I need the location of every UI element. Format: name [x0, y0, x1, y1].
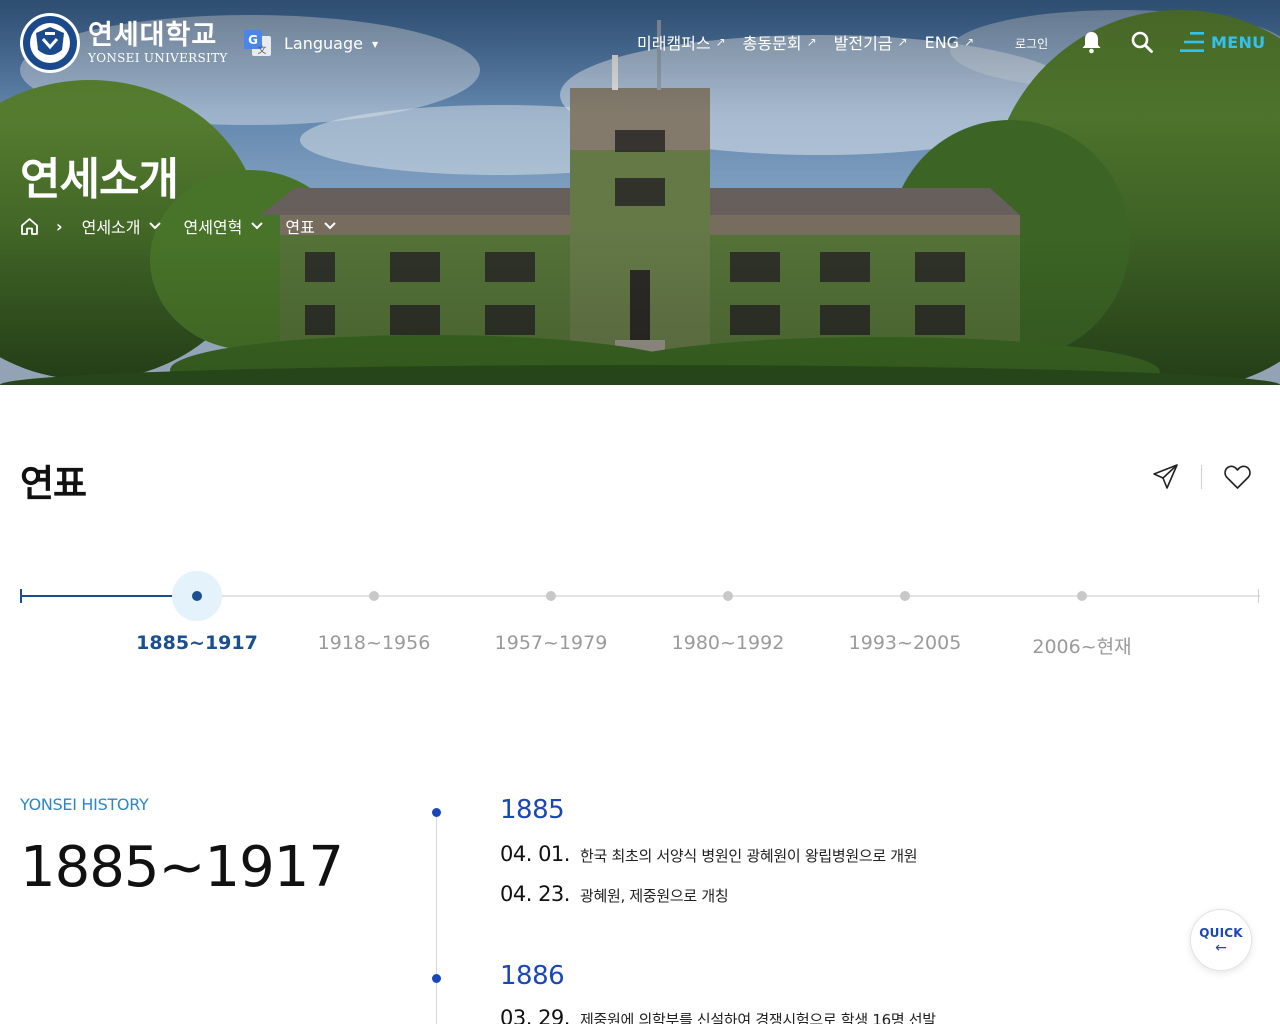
language-selector[interactable]: G 文 Language ▼	[244, 30, 378, 56]
menu-label: MENU	[1211, 32, 1266, 52]
chevron-right-icon: ›	[56, 216, 63, 236]
timeline-period-1885[interactable]: 1885~1917	[117, 632, 277, 654]
external-arrow-icon: ↗	[715, 35, 726, 49]
hero-banner: 연세대학교 YONSEI UNIVERSITY G 文 Language ▼ 미…	[0, 0, 1280, 385]
timeline-dot[interactable]	[1077, 591, 1087, 601]
bell-icon[interactable]	[1080, 30, 1103, 54]
language-label: Language	[284, 33, 363, 53]
external-arrow-icon: ↗	[897, 35, 908, 49]
page-title: 연표	[20, 462, 87, 505]
nav-link-development-fund[interactable]: 발전기금 ↗	[834, 30, 908, 54]
hero-title: 연세소개	[20, 154, 179, 205]
share-icon[interactable]	[1152, 463, 1179, 490]
hamburger-menu-icon	[1180, 32, 1204, 52]
breadcrumb-item-chronology[interactable]: 연표	[285, 214, 336, 238]
chevron-down-icon	[149, 222, 162, 230]
chevron-down-icon	[324, 222, 336, 230]
section-range-title: 1885~1917	[20, 835, 344, 900]
nav-link-label: 발전기금	[833, 34, 893, 53]
timeline-dot[interactable]	[900, 591, 910, 601]
search-icon[interactable]	[1130, 30, 1154, 54]
history-event: 04. 23. 광혜원, 제중원으로 개칭	[500, 882, 729, 906]
arrow-left-icon: ←	[1215, 939, 1227, 956]
heart-icon[interactable]	[1224, 464, 1251, 490]
nav-link-label: ENG	[924, 32, 960, 52]
caret-down-icon: ▼	[371, 40, 379, 49]
quick-menu-button[interactable]: QUICK ←	[1190, 909, 1252, 971]
breadcrumb: › 연세소개 연세연혁 연표	[20, 214, 358, 238]
external-arrow-icon: ↗	[964, 35, 975, 49]
nav-link-alumni[interactable]: 총동문회 ↗	[743, 30, 817, 54]
nav-link-future-campus[interactable]: 미래캠퍼스 ↗	[637, 30, 726, 54]
history-year: 1885	[500, 795, 565, 825]
yonsei-logo[interactable]: 연세대학교 YONSEI UNIVERSITY	[19, 12, 228, 74]
event-text: 한국 최초의 서양식 병원인 광혜원이 왕립병원으로 개원	[580, 847, 918, 865]
breadcrumb-label: 연표	[285, 218, 315, 237]
event-text: 제중원에 의학부를 신설하여 경쟁시험으로 학생 16명 선발	[580, 1011, 936, 1024]
timeline-dot[interactable]	[546, 591, 556, 601]
breadcrumb-item-about[interactable]: 연세소개	[82, 214, 162, 238]
timeline-period-1980[interactable]: 1980~1992	[648, 632, 808, 654]
action-divider	[1201, 465, 1202, 489]
timeline-start-marker	[20, 589, 22, 603]
timeline-dot[interactable]	[369, 591, 379, 601]
menu-button[interactable]: MENU	[1180, 31, 1265, 53]
svg-text:文: 文	[257, 44, 266, 56]
breadcrumb-label: 연세연혁	[183, 218, 243, 237]
event-text: 광혜원, 제중원으로 개칭	[580, 887, 729, 905]
nav-link-label: 총동문회	[742, 34, 802, 53]
timeline-period-1957[interactable]: 1957~1979	[471, 632, 631, 654]
university-seal-icon	[20, 13, 80, 73]
timeline-dot[interactable]	[723, 591, 733, 601]
top-navigation: 미래캠퍼스 ↗ 총동문회 ↗ 발전기금 ↗ ENG ↗	[637, 30, 991, 54]
nav-link-label: 미래캠퍼스	[637, 34, 711, 53]
history-year: 1886	[500, 961, 565, 991]
history-event: 03. 29. 제중원에 의학부를 신설하여 경쟁시험으로 학생 16명 선발	[500, 1006, 936, 1024]
home-icon[interactable]	[20, 217, 39, 236]
logo-korean-name: 연세대학교	[88, 20, 218, 51]
event-date: 03. 29.	[500, 1006, 570, 1024]
event-date: 04. 23.	[500, 882, 570, 906]
history-year-dot	[432, 808, 441, 817]
section-tag: YONSEI HISTORY	[20, 795, 149, 814]
history-year-dot	[432, 974, 441, 983]
timeline-end-marker	[1258, 589, 1259, 603]
timeline-dot[interactable]	[192, 591, 202, 601]
google-translate-icon: G 文	[244, 30, 271, 56]
timeline-period-2006[interactable]: 2006~현재	[1002, 632, 1162, 659]
timeline-period-1918[interactable]: 1918~1956	[294, 632, 454, 654]
chevron-down-icon	[251, 222, 264, 230]
svg-text:G: G	[248, 33, 258, 47]
nav-link-english[interactable]: ENG ↗	[925, 33, 975, 52]
event-date: 04. 01.	[500, 842, 570, 866]
breadcrumb-item-history[interactable]: 연세연혁	[183, 214, 264, 238]
history-event: 04. 01. 한국 최초의 서양식 병원인 광혜원이 왕립병원으로 개원	[500, 842, 918, 866]
quick-label: QUICK	[1199, 925, 1243, 940]
breadcrumb-label: 연세소개	[81, 218, 141, 237]
login-link[interactable]: 로그인	[1015, 35, 1048, 52]
timeline-period-1993[interactable]: 1993~2005	[825, 632, 985, 654]
history-vertical-line	[436, 812, 437, 1024]
logo-english-name: YONSEI UNIVERSITY	[88, 51, 228, 65]
external-arrow-icon: ↗	[806, 35, 817, 49]
